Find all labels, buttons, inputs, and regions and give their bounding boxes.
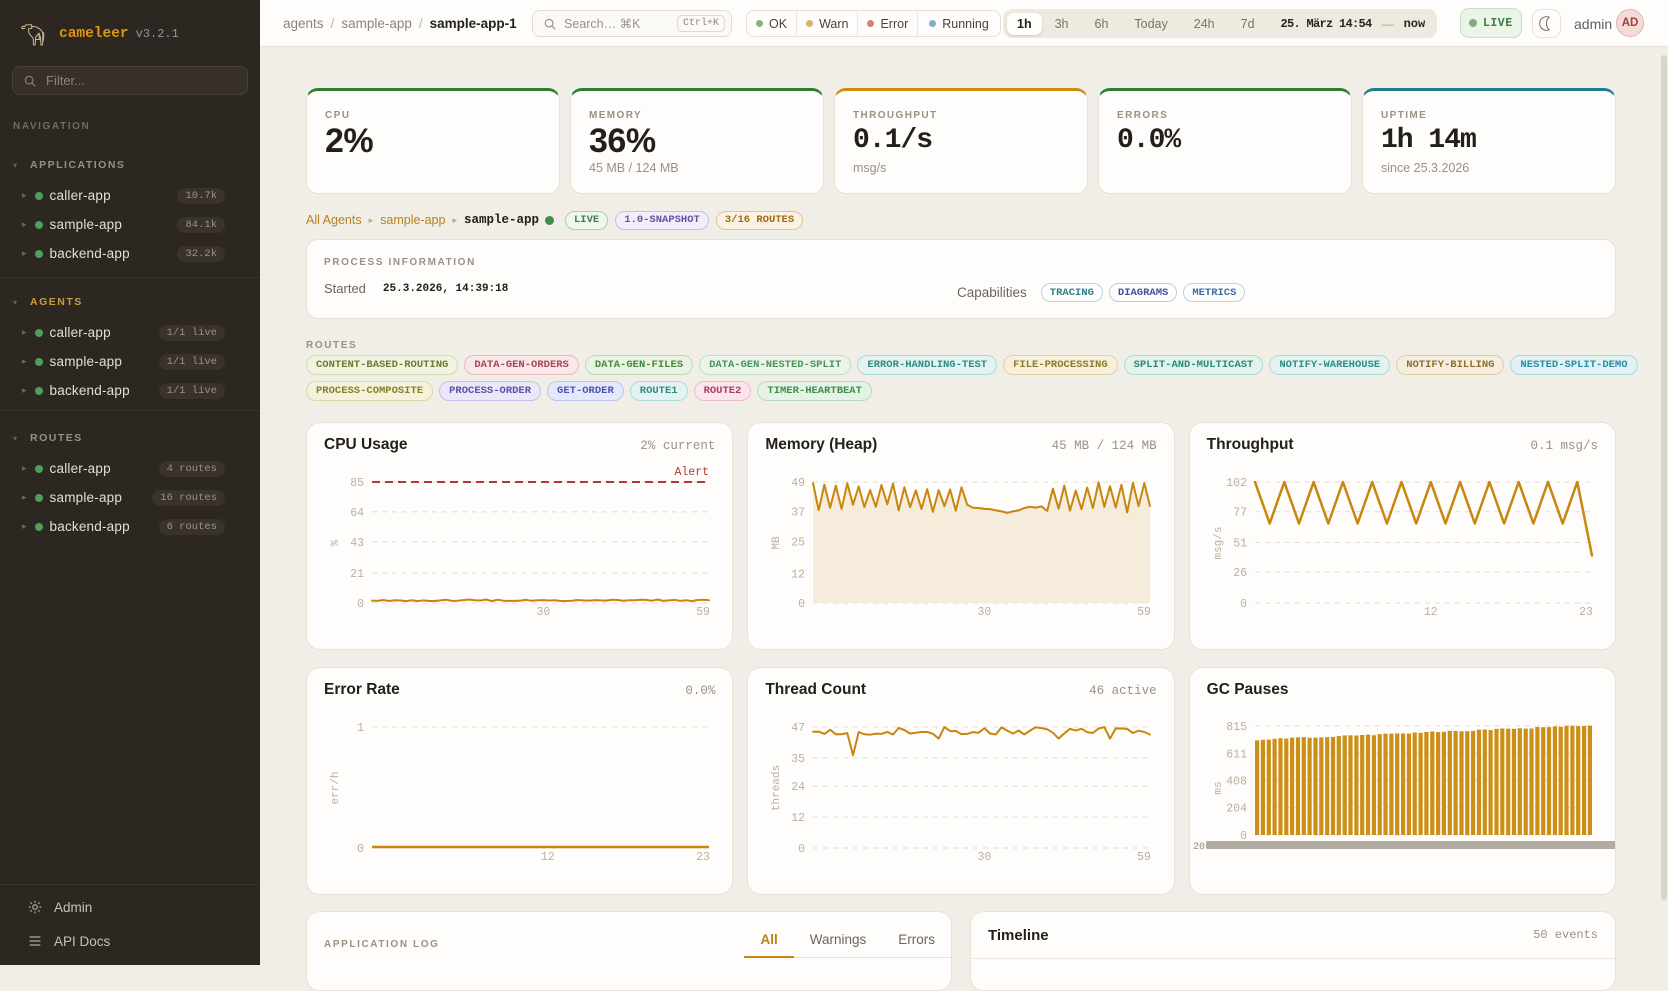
svg-text:Alert: Alert bbox=[674, 466, 709, 479]
svg-text:35: 35 bbox=[792, 753, 806, 766]
svg-text:0: 0 bbox=[357, 843, 364, 856]
svg-text:23: 23 bbox=[696, 851, 710, 864]
svg-text:12: 12 bbox=[792, 812, 806, 825]
svg-text:0: 0 bbox=[1240, 598, 1247, 611]
svg-text:24: 24 bbox=[792, 781, 806, 794]
svg-text:12: 12 bbox=[1424, 606, 1438, 619]
svg-text:12: 12 bbox=[541, 851, 555, 864]
svg-text:0: 0 bbox=[798, 598, 805, 611]
svg-text:85: 85 bbox=[350, 477, 364, 490]
svg-text:59: 59 bbox=[1137, 851, 1151, 864]
svg-text:err/h: err/h bbox=[330, 771, 342, 804]
svg-text:408: 408 bbox=[1226, 775, 1247, 788]
svg-text:47: 47 bbox=[792, 722, 806, 735]
svg-text:815: 815 bbox=[1226, 721, 1247, 734]
svg-text:25: 25 bbox=[792, 536, 806, 549]
svg-text:%: % bbox=[330, 539, 342, 546]
svg-text:611: 611 bbox=[1226, 748, 1247, 761]
svg-text:30: 30 bbox=[978, 851, 992, 864]
svg-text:0: 0 bbox=[357, 598, 364, 611]
svg-text:23: 23 bbox=[1579, 606, 1593, 619]
svg-text:threads: threads bbox=[771, 765, 783, 811]
svg-text:MB: MB bbox=[771, 536, 783, 550]
svg-text:59: 59 bbox=[1137, 606, 1151, 619]
svg-text:102: 102 bbox=[1226, 477, 1247, 490]
svg-text:49: 49 bbox=[792, 477, 806, 490]
svg-text:30: 30 bbox=[536, 606, 550, 619]
svg-text:msg/s: msg/s bbox=[1213, 526, 1225, 559]
svg-text:0: 0 bbox=[798, 843, 805, 856]
svg-text:26: 26 bbox=[1233, 567, 1247, 580]
svg-text:43: 43 bbox=[350, 537, 364, 550]
svg-text:21: 21 bbox=[350, 568, 364, 581]
svg-text:51: 51 bbox=[1233, 538, 1247, 551]
svg-text:30: 30 bbox=[978, 606, 992, 619]
svg-text:20: 20 bbox=[1193, 842, 1205, 853]
svg-text:64: 64 bbox=[350, 507, 364, 520]
svg-text:59: 59 bbox=[696, 606, 710, 619]
svg-text:77: 77 bbox=[1233, 507, 1247, 520]
svg-text:1: 1 bbox=[357, 722, 364, 735]
svg-text:37: 37 bbox=[792, 507, 806, 520]
svg-text:ms: ms bbox=[1213, 781, 1225, 794]
svg-text:12: 12 bbox=[792, 568, 806, 581]
svg-text:204: 204 bbox=[1226, 803, 1247, 816]
